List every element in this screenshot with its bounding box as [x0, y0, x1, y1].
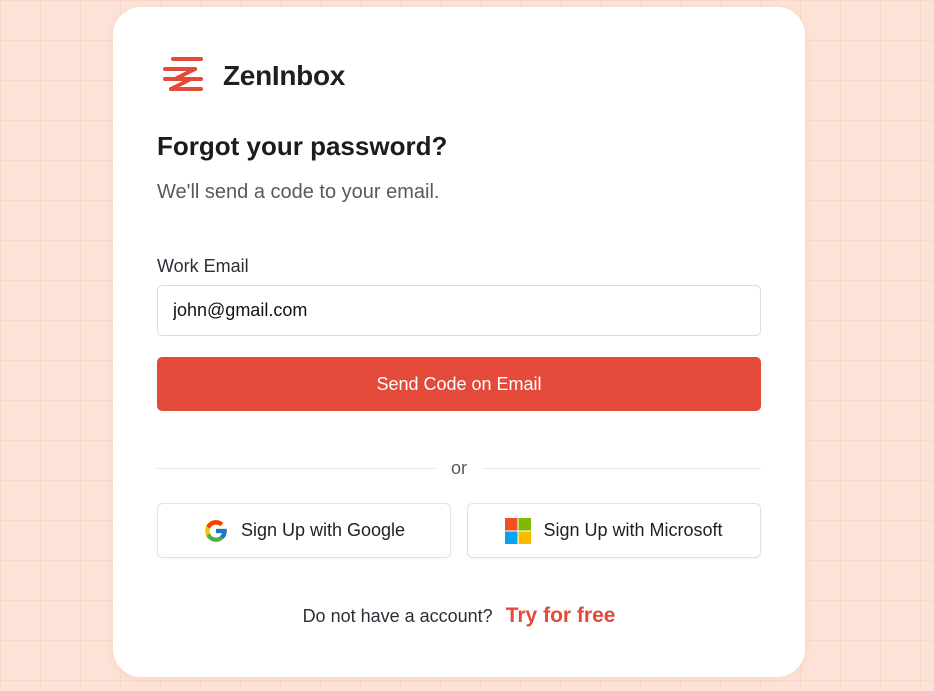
signup-prompt-text: Do not have a account? — [302, 606, 493, 626]
signup-prompt: Do not have a account? Try for free — [113, 604, 805, 628]
zeninbox-logo-icon — [161, 55, 205, 97]
google-icon — [203, 518, 229, 544]
page-subtitle: We'll send a code to your email. — [157, 181, 440, 203]
brand-name: ZenInbox — [223, 60, 346, 91]
try-for-free-link[interactable]: Try for free — [506, 604, 616, 627]
forgot-password-card: ZenInbox Forgot your password? We'll sen… — [113, 7, 805, 677]
google-signup-label: Sign Up with Google — [240, 520, 406, 540]
page-title: Forgot your password? — [157, 131, 448, 161]
or-divider: or — [157, 457, 761, 481]
brand-logo: ZenInbox — [161, 55, 345, 97]
email-field[interactable] — [157, 285, 761, 336]
microsoft-signup-label: Sign Up with Microsoft — [543, 520, 723, 540]
google-signup-button[interactable]: Sign Up with Google — [157, 503, 451, 558]
email-label: Work Email — [157, 256, 249, 276]
divider-line-right — [483, 468, 761, 469]
microsoft-signup-button[interactable]: Sign Up with Microsoft — [467, 503, 761, 558]
microsoft-icon — [505, 517, 532, 544]
send-code-button[interactable]: Send Code on Email — [157, 357, 761, 411]
